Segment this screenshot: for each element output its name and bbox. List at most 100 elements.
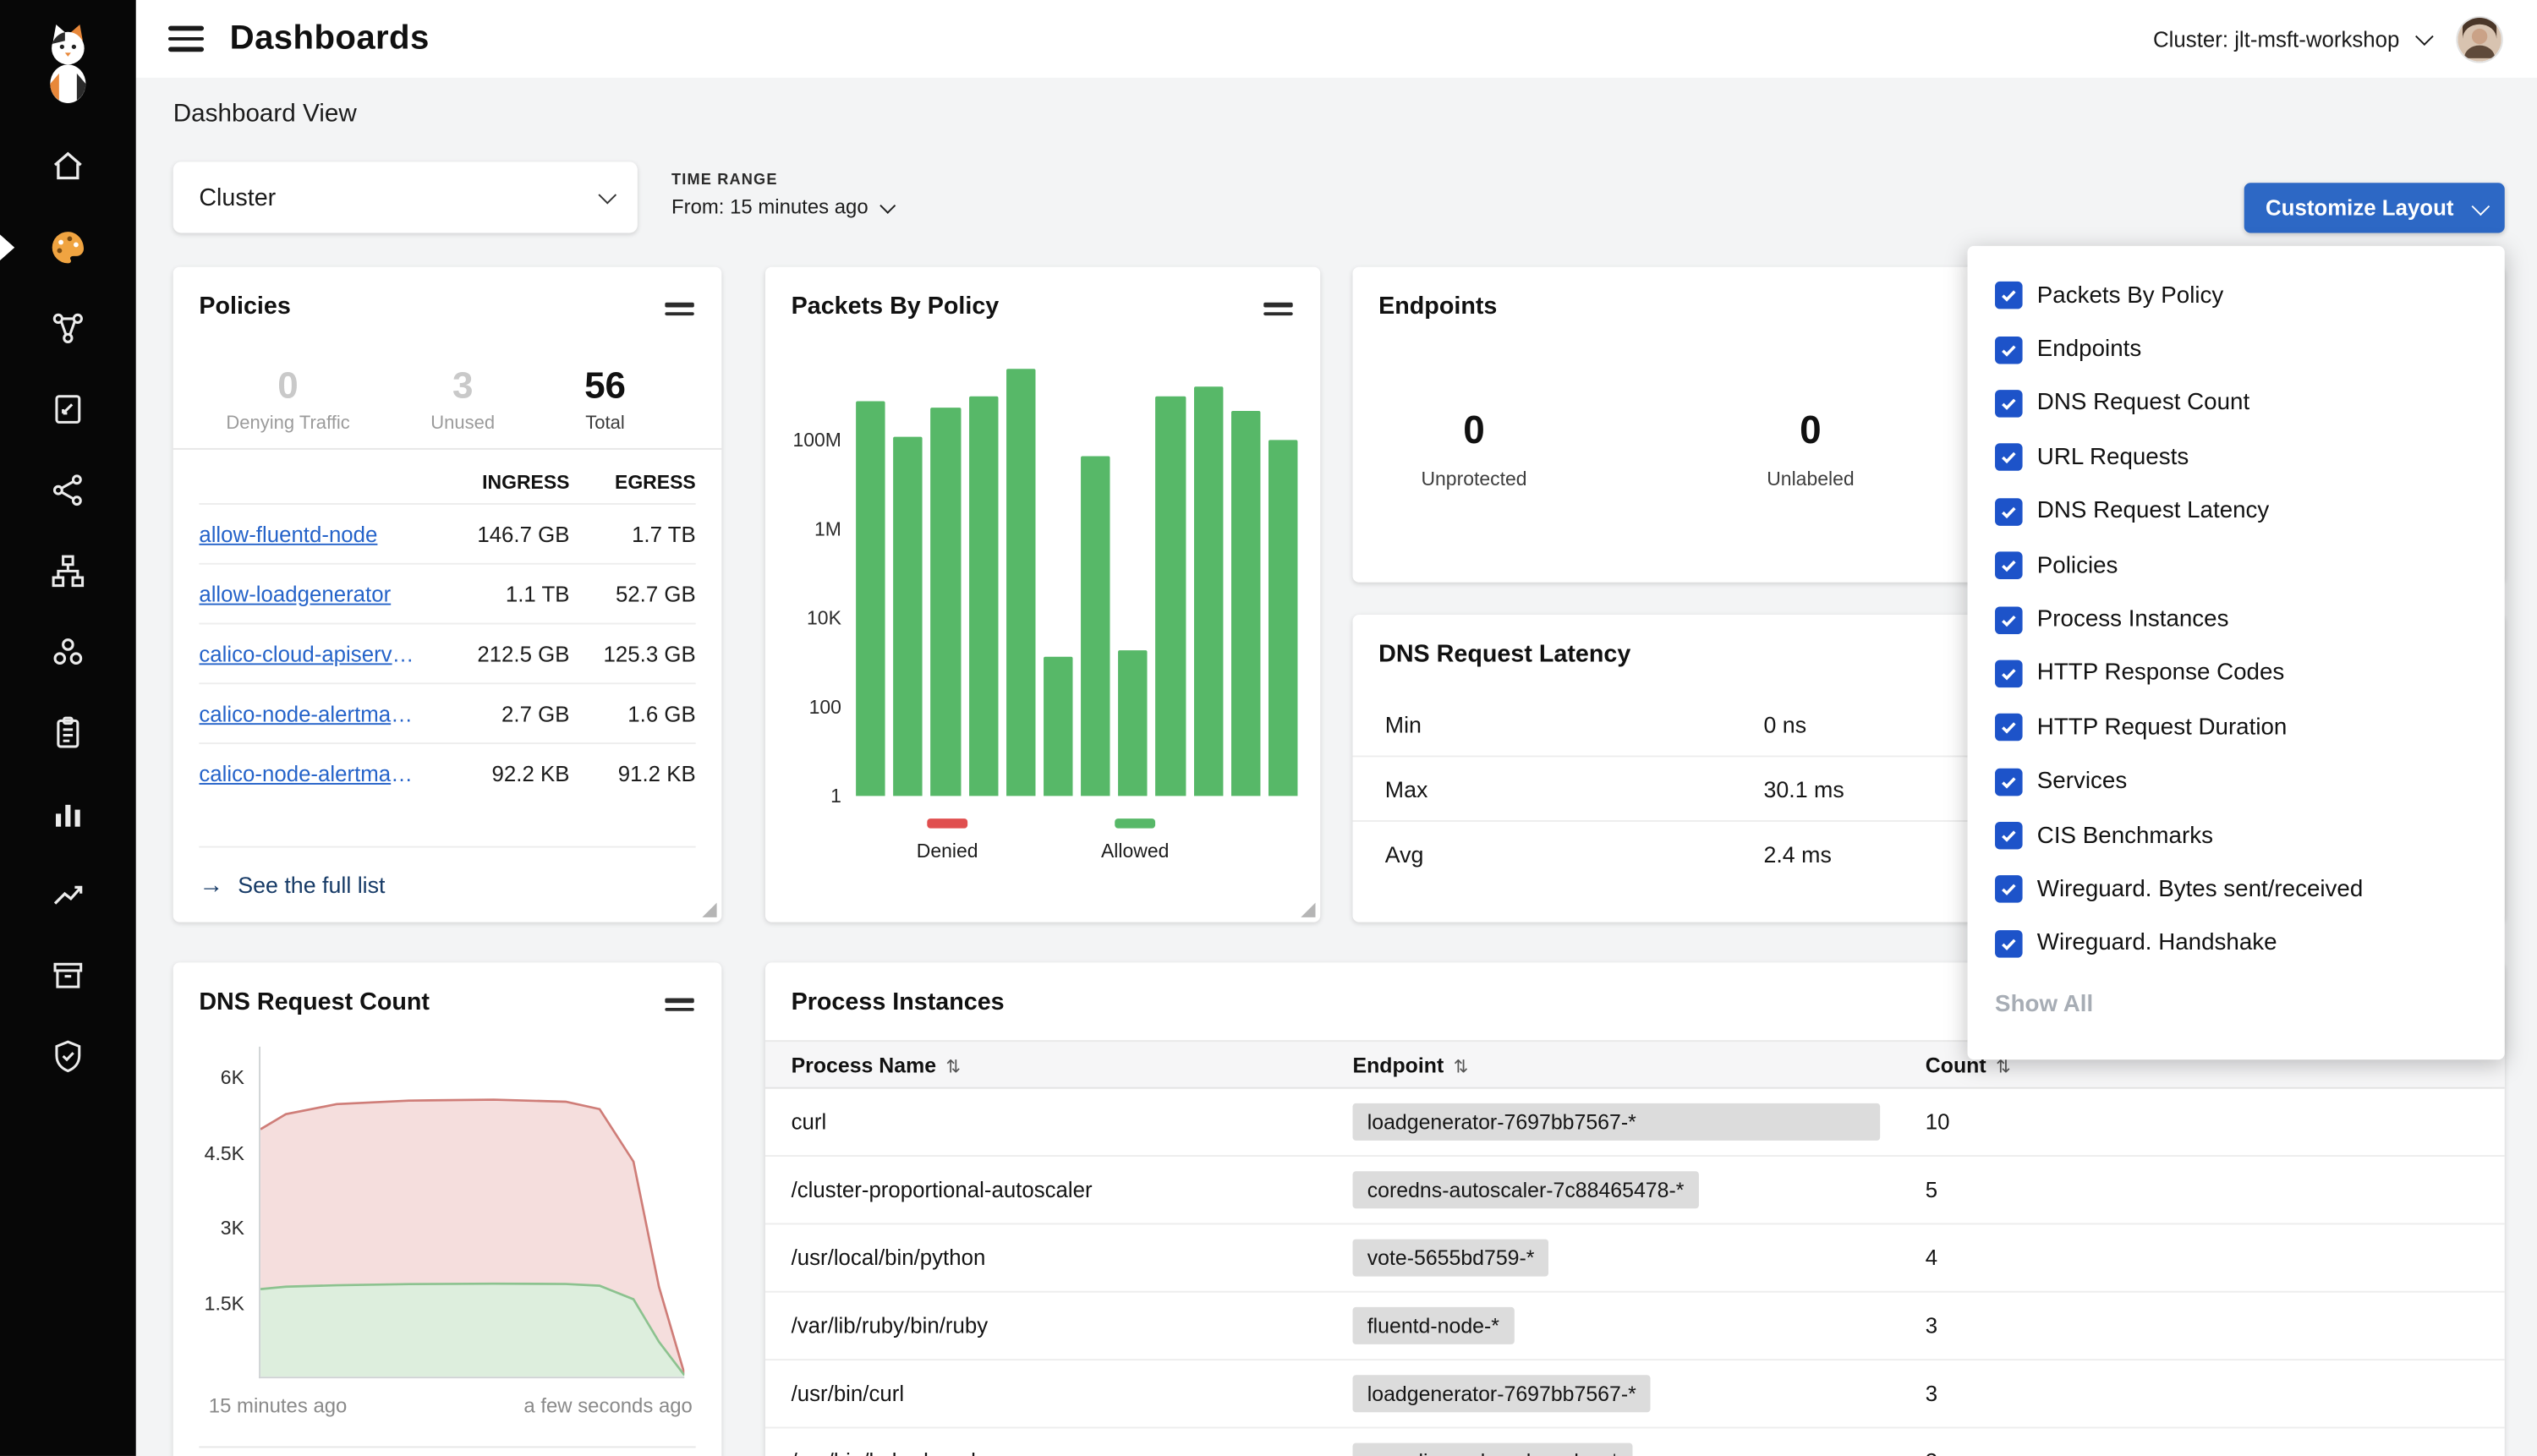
checkbox-checked-icon[interactable] [1995, 876, 2023, 904]
policy-stat-unused[interactable]: 3Unused [400, 364, 526, 433]
endpoint-chip[interactable]: loadgenerator-7697bb7567-* [1352, 1376, 1651, 1413]
dashboard-view-select[interactable]: Cluster [173, 161, 638, 233]
sidebar-item-nodes[interactable] [0, 450, 136, 531]
calico-cat-logo-icon [32, 21, 103, 105]
time-range-value: From: 15 minutes ago [671, 196, 868, 219]
legend-item-allowed[interactable]: Allowed [1101, 819, 1169, 863]
endpoint-column-header[interactable]: Endpoint⇅ [1352, 1053, 1925, 1077]
process-count: 3 [1926, 1314, 2479, 1338]
allowed-packets-bar[interactable] [1230, 411, 1260, 796]
layout-toggle-policies[interactable]: Policies [1968, 539, 2505, 593]
checkbox-checked-icon[interactable] [1995, 390, 2023, 418]
layout-toggle-dns-request-count[interactable]: DNS Request Count [1968, 376, 2505, 430]
legend-item-denied[interactable]: Denied [917, 819, 978, 863]
sidebar-item-service-graph[interactable] [0, 288, 136, 369]
user-avatar[interactable] [2458, 17, 2501, 61]
layout-toggle-dns-request-latency[interactable]: DNS Request Latency [1968, 484, 2505, 539]
layout-toggle-label: Packets By Policy [2037, 282, 2224, 309]
checkbox-checked-icon[interactable] [1995, 606, 2023, 634]
allowed-packets-bar[interactable] [1044, 656, 1073, 796]
layout-toggle-wireguard-bytes-sent-received[interactable]: Wireguard. Bytes sent/received [1968, 862, 2505, 917]
checkbox-checked-icon[interactable] [1995, 282, 2023, 309]
sort-icon[interactable]: ⇅ [1996, 1058, 2011, 1077]
policy-name-link[interactable]: calico-node-alertmana… [199, 761, 420, 785]
drag-handle-icon[interactable] [663, 293, 695, 326]
policies-table-rows: allow-fluentd-node146.7 GB1.7 TBallow-lo… [199, 503, 695, 802]
endpoint-chip[interactable]: vote-5655bd759-* [1352, 1240, 1548, 1277]
sidebar-item-dashboards[interactable] [0, 207, 136, 288]
endpoint-chip[interactable]: compliance-benchmarker-* [1352, 1443, 1633, 1456]
policy-name-link[interactable]: calico-node-alertmana… [199, 701, 420, 725]
allowed-packets-bar[interactable] [1193, 387, 1223, 796]
time-range-control[interactable]: TIME RANGE From: 15 minutes ago [671, 172, 890, 218]
allowed-packets-bar[interactable] [1005, 369, 1035, 796]
layout-toggle-endpoints[interactable]: Endpoints [1968, 322, 2505, 376]
endpoint-stat-unprotected[interactable]: 0Unprotected [1385, 409, 1563, 490]
sidebar-item-threat-defense[interactable] [0, 1016, 136, 1097]
checkbox-checked-icon[interactable] [1995, 768, 2023, 796]
legend-label: Denied [917, 840, 978, 863]
layout-toggle-http-response-codes[interactable]: HTTP Response Codes [1968, 647, 2505, 701]
layout-toggle-url-requests[interactable]: URL Requests [1968, 430, 2505, 484]
egress-value: 91.2 KB [569, 761, 695, 785]
layout-toggle-packets-by-policy[interactable]: Packets By Policy [1968, 269, 2505, 323]
layout-toggle-http-request-duration[interactable]: HTTP Request Duration [1968, 701, 2505, 755]
process-name-column-header[interactable]: Process Name⇅ [792, 1053, 1353, 1077]
allowed-packets-bar[interactable] [1268, 441, 1298, 796]
layout-toggle-services[interactable]: Services [1968, 755, 2505, 809]
checkbox-checked-icon[interactable] [1995, 498, 2023, 526]
y-tick-label: 1 [830, 785, 856, 808]
allowed-packets-bar[interactable] [1081, 457, 1110, 796]
checkbox-checked-icon[interactable] [1995, 336, 2023, 364]
layout-toggle-cis-benchmarks[interactable]: CIS Benchmarks [1968, 808, 2505, 862]
layout-toggle-process-instances[interactable]: Process Instances [1968, 593, 2505, 647]
resize-handle[interactable] [1301, 903, 1315, 917]
policy-name-link[interactable]: calico-cloud-apiserver-… [199, 642, 420, 666]
layout-toggle-label: Policies [2037, 553, 2118, 579]
activity-chart-icon [48, 794, 87, 833]
endpoint-chip[interactable]: loadgenerator-7697bb7567-* [1352, 1104, 1880, 1141]
sidebar-item-compliance-reports[interactable] [0, 692, 136, 774]
layout-toggle-wireguard-handshake[interactable]: Wireguard. Handshake [1968, 917, 2505, 971]
sidebar-item-home[interactable] [0, 126, 136, 207]
layout-toggle-label: DNS Request Count [2037, 391, 2249, 417]
sidebar-item-activity-chart[interactable] [0, 774, 136, 855]
allowed-packets-bar[interactable] [856, 401, 885, 796]
endpoint-stat-unlabeled[interactable]: 0Unlabeled [1722, 409, 1899, 490]
policy-name-link[interactable]: allow-loadgenerator [199, 582, 420, 606]
drag-handle-icon[interactable] [1262, 293, 1294, 326]
sort-icon[interactable]: ⇅ [1454, 1058, 1469, 1077]
sort-icon[interactable]: ⇅ [946, 1058, 962, 1077]
sidebar-item-image-assurance[interactable] [0, 935, 136, 1016]
cluster-selector[interactable]: Cluster: jlt-msft-workshop [2153, 27, 2429, 52]
allowed-packets-bar[interactable] [893, 437, 923, 796]
calico-logo[interactable] [0, 0, 136, 126]
endpoint-chip[interactable]: fluentd-node-* [1352, 1308, 1514, 1345]
policy-stat-denying-traffic[interactable]: 0Denying Traffic [199, 364, 376, 433]
checkbox-checked-icon[interactable] [1995, 444, 2023, 472]
layout-toggle-label: URL Requests [2037, 445, 2189, 471]
see-full-list-link[interactable]: → See the full list [199, 846, 695, 922]
show-all-button[interactable]: Show All [1995, 992, 2505, 1018]
image-assurance-icon [48, 956, 87, 995]
sidebar-item-network-sets[interactable] [0, 531, 136, 612]
drag-handle-icon[interactable] [663, 988, 695, 1021]
sidebar-item-applications[interactable] [0, 611, 136, 692]
checkbox-checked-icon[interactable] [1995, 822, 2023, 850]
customize-layout-button[interactable]: Customize Layout [2244, 183, 2505, 233]
menu-hamburger-icon[interactable] [168, 19, 204, 58]
allowed-packets-bar[interactable] [1156, 396, 1186, 796]
checkbox-checked-icon[interactable] [1995, 552, 2023, 580]
checkbox-checked-icon[interactable] [1995, 660, 2023, 687]
allowed-packets-bar[interactable] [968, 396, 998, 796]
sidebar-item-policies[interactable] [0, 369, 136, 450]
allowed-packets-bar[interactable] [931, 408, 961, 796]
checkbox-checked-icon[interactable] [1995, 930, 2023, 958]
policy-name-link[interactable]: allow-fluentd-node [199, 522, 420, 546]
endpoint-chip[interactable]: coredns-autoscaler-7c88465478-* [1352, 1172, 1698, 1209]
policy-stat-total[interactable]: 56Total [549, 364, 662, 433]
checkbox-checked-icon[interactable] [1995, 714, 2023, 742]
allowed-packets-bar[interactable] [1118, 650, 1148, 796]
sidebar-item-timeline[interactable] [0, 854, 136, 935]
resize-handle[interactable] [702, 903, 716, 917]
